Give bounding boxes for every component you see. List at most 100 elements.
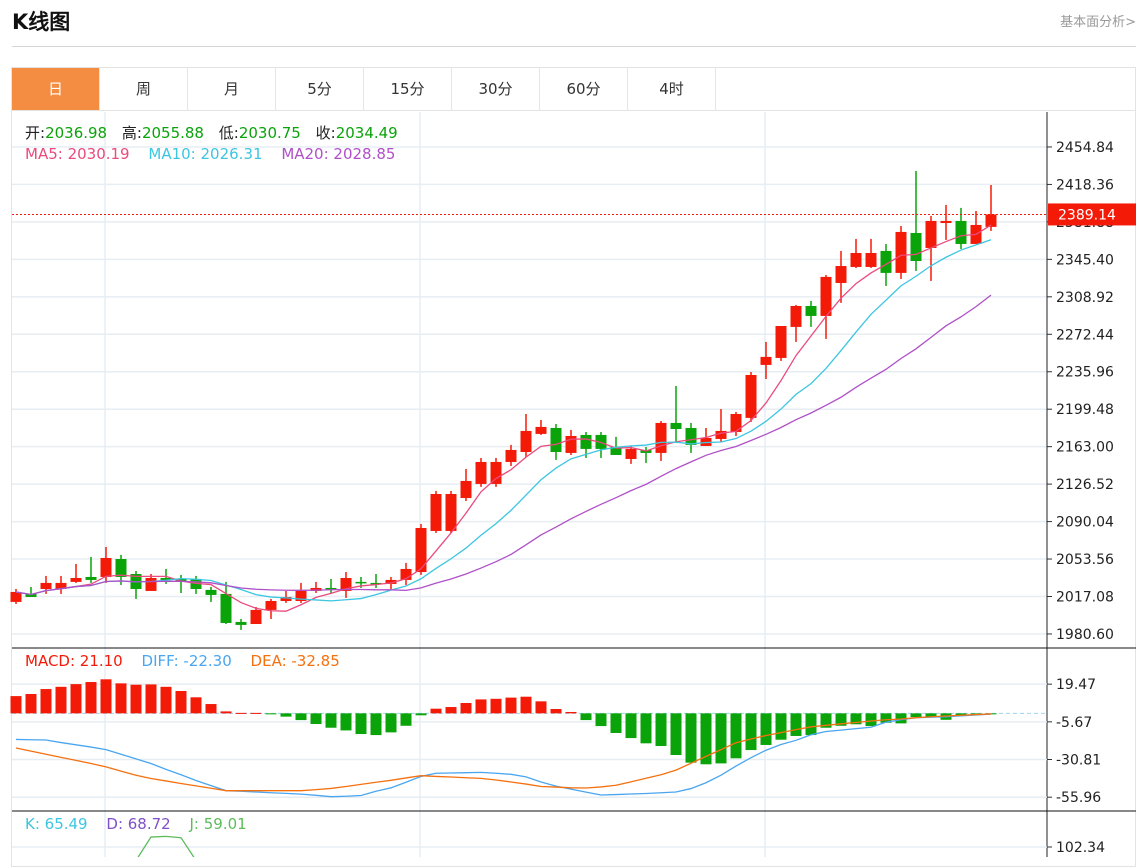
candle-body [940,220,952,224]
candle-body [955,220,967,244]
candle [565,429,577,455]
candle-body [430,493,442,531]
macd-bar [685,713,697,763]
y-tick-label: 2345.40 [1056,252,1114,268]
macd-bar [520,696,532,714]
macd-bar [775,713,787,740]
candle [535,419,547,435]
candle-body [835,266,847,283]
candle-body [220,593,232,623]
macd-bar [400,713,412,726]
macd-bar [55,686,67,714]
candle-body [460,480,472,499]
candle-body [265,600,277,610]
candle [445,490,457,533]
candle-body [580,434,592,449]
macd-bar [325,713,337,728]
candle [760,341,772,379]
candle [850,238,862,268]
macd-bar [790,713,802,736]
macd-tick-label: -55.96 [1056,790,1101,806]
candle [550,423,562,460]
macd-bar [715,713,727,764]
candle-body [775,326,787,358]
candle-body [985,214,997,227]
candle-body [910,232,922,261]
macd-bar [445,707,457,714]
k-value: K: 65.49 [25,815,88,833]
y-tick-label: 2235.96 [1056,365,1114,381]
candle-body [40,582,52,589]
macd-bar [760,713,772,745]
candle-body [520,430,532,452]
candle [10,588,22,604]
macd-bar [205,704,217,714]
macd-bar [115,683,127,714]
candle [310,581,322,593]
macd-bar [235,712,247,714]
macd-tick-label: -5.67 [1056,715,1092,731]
candle [460,468,472,501]
candle [70,563,82,583]
macd-bar [625,713,637,739]
candle-body [415,527,427,573]
candle [370,573,382,588]
candle [940,204,952,240]
candle [745,372,757,422]
candle [340,572,352,598]
candle [985,185,997,231]
macd-bar [160,686,172,714]
y-tick-label: 2418.36 [1056,177,1114,193]
macd-bar [610,713,622,733]
candle [505,444,517,466]
macd-bar [565,711,577,714]
macd-bar [475,699,487,714]
macd-bar [385,713,397,733]
candle-body [505,449,517,462]
dea-value: DEA: -32.85 [250,652,340,670]
candle [805,300,817,327]
y-tick-label: 2017.08 [1056,589,1114,605]
open-value: 2036.98 [45,124,108,142]
candle-body [445,493,457,531]
ma20-line [15,294,992,596]
candle [130,571,142,599]
high-label: 高: [121,124,142,142]
ma20-legend: MA20: 2028.85 [281,145,396,163]
current-price-label: 2389.14 [1058,207,1116,223]
close-label: 收: [315,124,336,142]
macd-bar [280,713,292,717]
j-value: J: 59.01 [189,815,247,833]
macd-bar [85,682,97,714]
candle [25,586,37,597]
macd-bar [865,713,877,727]
candle [775,326,787,361]
candle [670,385,682,443]
candle-body [235,621,247,625]
kdj-legend: K: 65.49 D: 68.72 J: 59.01 [25,815,261,833]
candle [220,581,232,624]
macd-bar [70,684,82,714]
candle-body [655,422,667,453]
y-tick-label: 2454.84 [1056,140,1114,156]
y-tick-label: 2272.44 [1056,327,1114,343]
candle-body [895,231,907,273]
y-tick-label: 2199.48 [1056,402,1114,418]
macd-bar [670,713,682,756]
macd-bar [415,713,427,716]
y-tick-label: 2053.56 [1056,552,1114,568]
candle-body [10,591,22,602]
candle-body [145,577,157,591]
candle [715,408,727,442]
candle-body [670,422,682,429]
candle [175,574,187,593]
candle-body [490,461,502,484]
macd-bar [490,698,502,714]
candle [205,586,217,602]
y-tick-label: 2090.04 [1056,515,1114,531]
candle-body [535,426,547,434]
macd-value: MACD: 21.10 [25,652,123,670]
macd-bar [430,708,442,714]
candle [235,618,247,630]
candle [85,556,97,583]
